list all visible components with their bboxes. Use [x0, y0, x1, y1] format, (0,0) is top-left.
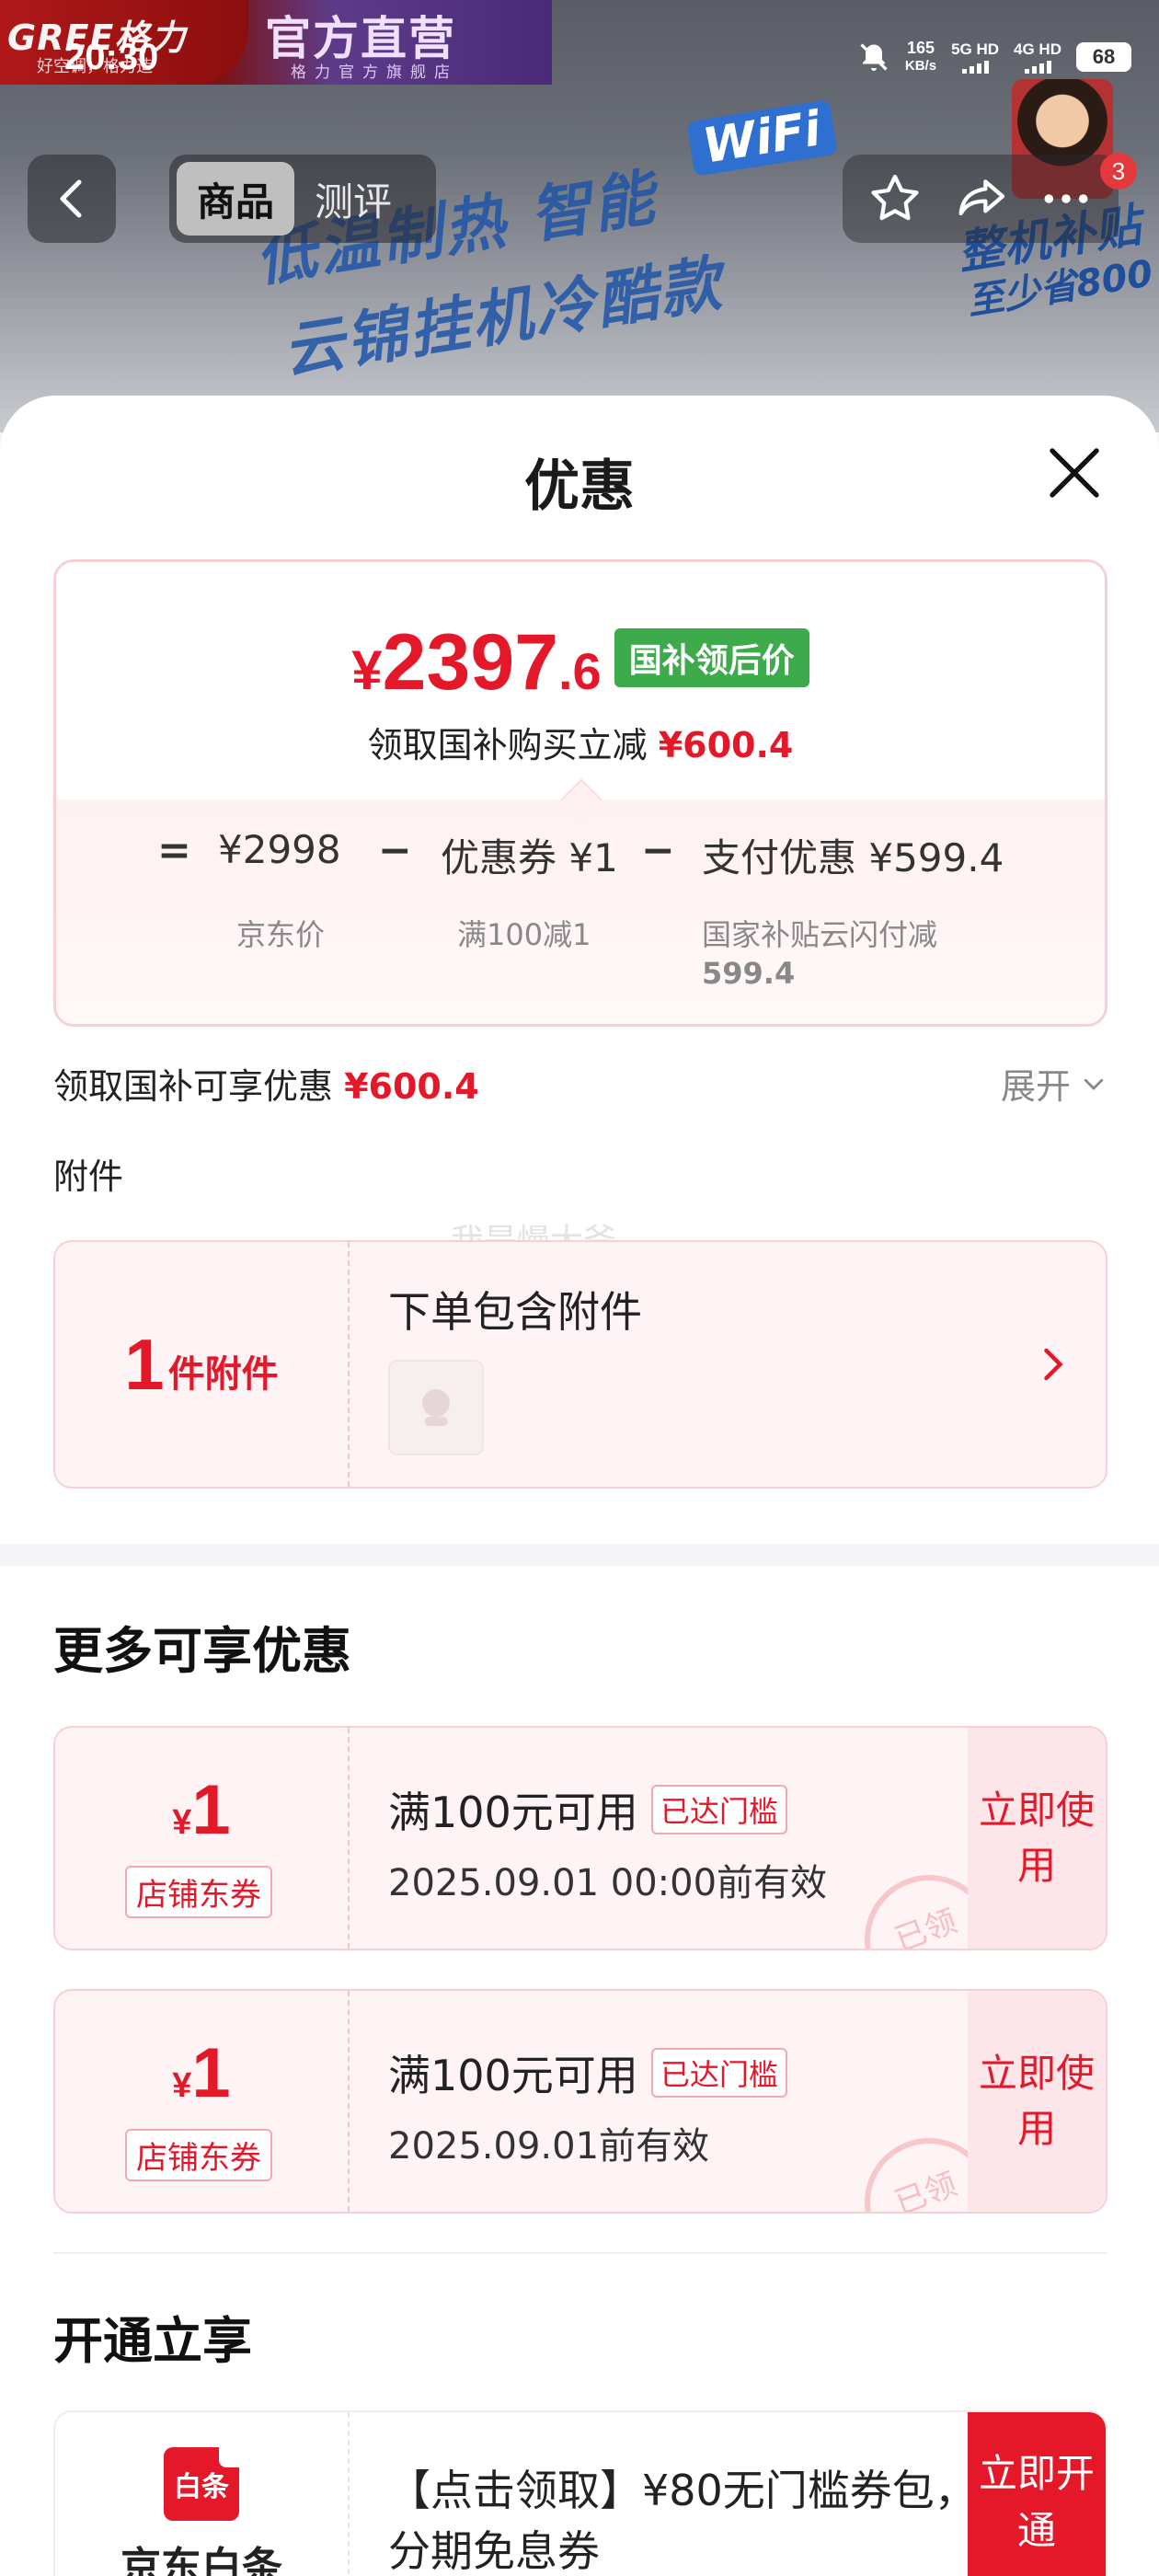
price-formula: = ¥2998 京东价 − 优惠券 ¥1 满100减1 − 支付优惠 ¥599.…	[56, 799, 1105, 1024]
coupon-currency: ¥	[172, 2066, 192, 2105]
expand-label: 展开	[1000, 1066, 1071, 1107]
more-icon[interactable]	[1037, 169, 1096, 228]
attachments-count: 1 件附件	[55, 1242, 350, 1487]
baitiao-icon: 白条	[164, 2447, 239, 2521]
coupon-currency: ¥	[172, 1803, 192, 1842]
equals-sign: =	[157, 827, 191, 874]
signal-sim2-icon: 4G HD	[1014, 40, 1061, 74]
baitiao-card: 白条 京东白条 【点击领取】¥80无门槛券包，分期免息券 立即开通	[53, 2410, 1107, 2576]
more-discounts-title: 更多可享优惠	[53, 1622, 351, 1680]
close-icon[interactable]	[1041, 440, 1107, 506]
attachment-count-unit: 件附件	[167, 1353, 279, 1396]
sim1-label: 5G HD	[951, 40, 1000, 58]
threshold-met-tag: 已达门槛	[650, 2048, 787, 2098]
attachments-title: 下单包含附件	[388, 1287, 642, 1337]
store-subtitle: 格力官方旗舰店	[291, 63, 458, 82]
back-button[interactable]	[28, 155, 116, 243]
coupon-validity: 2025.09.01前有效	[388, 2125, 710, 2168]
attachments-card[interactable]: 1 件附件 下单包含附件	[53, 1240, 1107, 1489]
cart-badge: 3	[1100, 153, 1137, 190]
coupon-condition-text: 满100元可用	[388, 1788, 638, 1837]
use-coupon-button[interactable]: 立即使用	[968, 1728, 1106, 1949]
thin-divider	[53, 2252, 1107, 2254]
coupon-condition: 满100元可用 已达门槛	[388, 2042, 787, 2103]
chevron-down-icon	[1084, 1078, 1104, 1090]
chevron-right-icon	[1044, 1348, 1063, 1381]
open-baitiao-button[interactable]: 立即开通	[968, 2412, 1106, 2576]
subsidy-summary: 领取国补可享优惠 ¥600.4	[53, 1058, 479, 1109]
promo-wifi-badge: WiFi	[686, 99, 838, 177]
coupon-amount: ¥1	[55, 1770, 348, 1850]
payment-discount-amount: 599.4	[702, 956, 796, 991]
price-summary: ¥2397.6 国补领后价 领取国补购买立减 ¥600.4	[56, 562, 1105, 799]
jd-dog-icon	[422, 1389, 450, 1426]
final-price: ¥2397.6	[351, 617, 601, 708]
coupon-validity: 2025.09.01 00:00前有效	[388, 1862, 828, 1904]
star-icon[interactable]	[866, 169, 924, 228]
coupon-card: ¥1 店铺东券 满100元可用 已达门槛 2025.09.01 00:00前有效…	[53, 1726, 1107, 1950]
final-price-row: ¥2397.6 国补领后价	[56, 617, 1105, 708]
attachment-thumbnail	[388, 1360, 484, 1455]
coupon-condition-text: 满100元可用	[388, 2051, 638, 2100]
minus-sign-1: −	[378, 827, 412, 874]
tab-reviews[interactable]: 测评	[294, 162, 412, 236]
top-actions	[843, 155, 1119, 243]
save-text: 领取国补购买立减	[367, 725, 648, 765]
sheet-title: 优惠	[524, 454, 635, 519]
coupon-type: 店铺东券	[125, 1866, 272, 1918]
net-speed-value: 165	[906, 39, 935, 57]
net-speed: 165 KB/s	[905, 39, 936, 75]
save-amount: ¥600.4	[658, 725, 794, 765]
coupon-type: 店铺东券	[125, 2129, 272, 2181]
subsidy-expand-row: 领取国补可享优惠 ¥600.4 展开	[53, 1058, 1107, 1109]
coupon-amount-value: 1	[191, 2034, 231, 2112]
use-coupon-button[interactable]: 立即使用	[968, 1991, 1106, 2212]
subsidy-summary-amount: ¥600.4	[344, 1066, 479, 1107]
expand-toggle[interactable]: 展开	[1001, 1058, 1107, 1109]
net-speed-unit: KB/s	[904, 58, 937, 74]
tab-product[interactable]: 商品	[177, 162, 295, 236]
chevron-left-icon	[60, 179, 82, 218]
battery-icon: 68	[1076, 42, 1131, 72]
coupon-amount-value: 1	[191, 1771, 231, 1849]
coupon-amount: ¥1	[55, 2033, 348, 2113]
threshold-met-tag: 已达门槛	[650, 1785, 787, 1834]
coupon-card: ¥1 店铺东券 满100元可用 已达门槛 2025.09.01前有效 已领 立即…	[53, 1989, 1107, 2214]
coupon-value: ¥1 店铺东券	[55, 1728, 350, 1949]
status-time: 20:30	[64, 37, 159, 77]
coupon-value: ¥1 店铺东券	[55, 1991, 350, 2212]
baitiao-brand: 白条 京东白条	[55, 2412, 350, 2576]
save-line: 领取国补购买立减 ¥600.4	[56, 717, 1105, 767]
price-integer: 2397	[382, 618, 558, 707]
jd-price: ¥2998	[218, 827, 341, 872]
payment-discount: 支付优惠 ¥599.4	[702, 835, 1004, 880]
baitiao-name: 京东白条	[120, 2544, 282, 2576]
section-divider	[0, 1544, 1159, 1566]
price-currency: ¥	[351, 639, 383, 701]
jd-price-label: 京东价	[236, 917, 326, 952]
mute-bell-icon	[860, 43, 888, 71]
status-icons: 165 KB/s 5G HD 4G HD 68	[857, 39, 1131, 75]
signal-sim1-icon: 5G HD	[951, 40, 999, 74]
attachments-label: 附件	[53, 1156, 124, 1197]
share-icon[interactable]	[951, 169, 1010, 228]
price-breakdown-card: ¥2397.6 国补领后价 领取国补购买立减 ¥600.4 = ¥2998 京东…	[53, 559, 1107, 1027]
open-benefits-title: 开通立享	[53, 2312, 252, 2370]
payment-discount-label: 国家补贴云闪付减	[702, 917, 938, 952]
sim2-label: 4G HD	[1014, 40, 1061, 58]
coupon-discount: 优惠券 ¥1	[441, 835, 618, 880]
subsidy-price-tag: 国补领后价	[614, 627, 809, 687]
minus-sign-2: −	[641, 827, 675, 874]
product-tabs: 商品 测评	[169, 155, 436, 243]
baitiao-offer-text: 【点击领取】¥80无门槛券包，分期免息券	[388, 2466, 977, 2576]
subsidy-summary-text: 领取国补可享优惠	[53, 1066, 334, 1107]
price-decimal: .6	[557, 642, 602, 700]
coupon-condition: 满100元可用 已达门槛	[388, 1779, 787, 1840]
discount-sheet: 优惠 ¥2397.6 国补领后价 领取国补购买立减 ¥600.4 = ¥2998…	[0, 396, 1159, 2576]
coupon-discount-label: 满100减1	[457, 917, 591, 952]
attachment-count-number: 1	[124, 1323, 165, 1405]
